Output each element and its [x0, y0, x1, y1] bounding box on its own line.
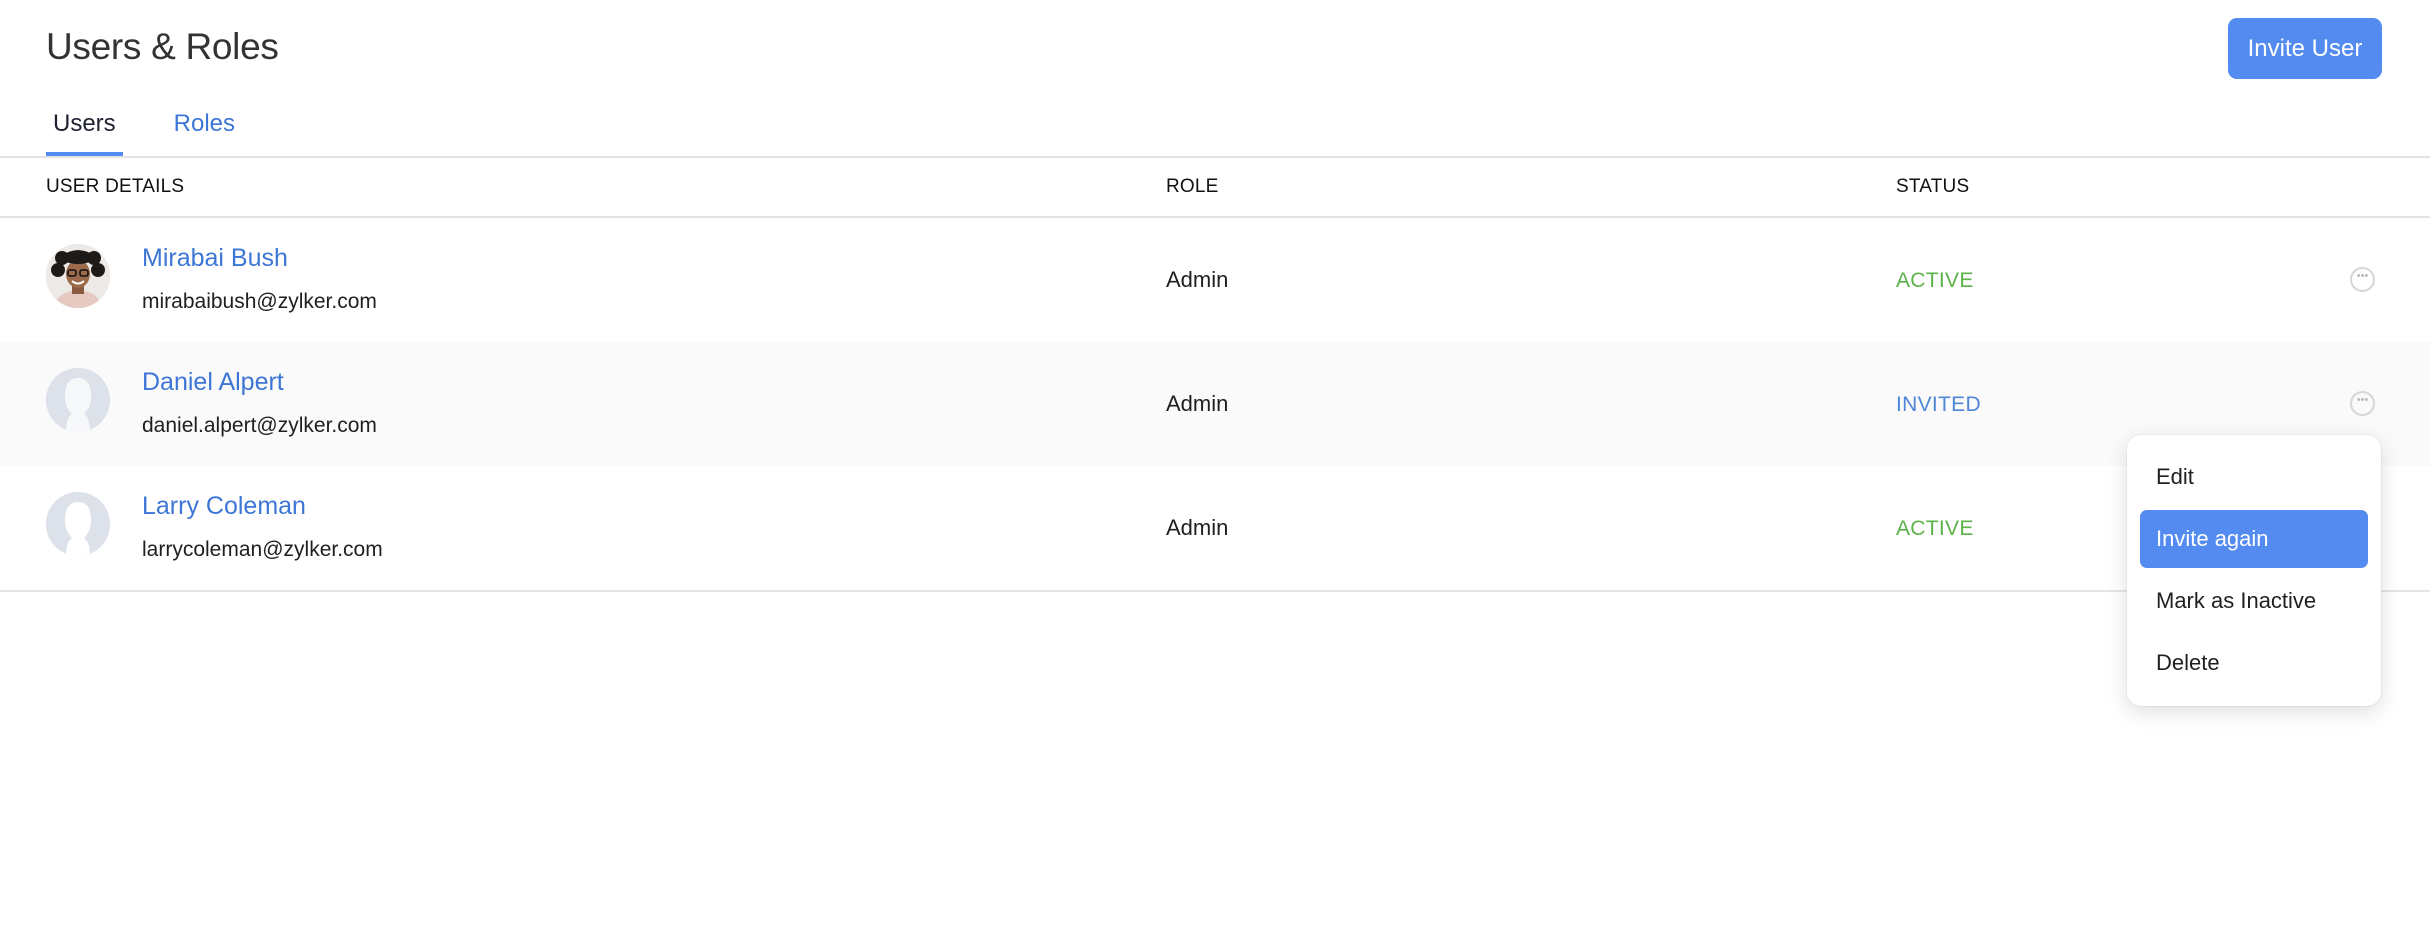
table-header: USER DETAILS ROLE STATUS	[0, 158, 2430, 218]
user-email: daniel.alpert@zylker.com	[142, 414, 377, 437]
more-horizontal-icon: •••	[2356, 270, 2369, 282]
user-photo-icon	[46, 244, 110, 308]
invite-user-button[interactable]: Invite User	[2228, 18, 2382, 79]
menu-item-edit[interactable]: Edit	[2140, 448, 2368, 506]
table-row: Daniel Alpert daniel.alpert@zylker.com A…	[0, 342, 2430, 466]
user-silhouette-icon	[46, 492, 110, 556]
status-badge: ACTIVE	[1896, 269, 1974, 292]
page-title: Users & Roles	[46, 26, 279, 67]
tab-users[interactable]: Users	[46, 104, 123, 156]
avatar	[46, 492, 110, 556]
user-email: larrycoleman@zylker.com	[142, 538, 383, 561]
user-name-link[interactable]: Larry Coleman	[142, 492, 306, 521]
user-role: Admin	[1166, 267, 1229, 292]
row-actions-button[interactable]: •••	[2350, 391, 2375, 416]
status-badge: INVITED	[1896, 393, 1981, 416]
user-role: Admin	[1166, 391, 1229, 416]
user-name-link[interactable]: Mirabai Bush	[142, 244, 288, 273]
avatar	[46, 368, 110, 432]
user-email: mirabaibush@zylker.com	[142, 290, 377, 313]
column-header-user-details: USER DETAILS	[46, 176, 185, 197]
menu-item-invite-again[interactable]: Invite again	[2140, 510, 2368, 568]
user-name-link[interactable]: Daniel Alpert	[142, 368, 284, 397]
row-actions-menu: Edit Invite again Mark as Inactive Delet…	[2127, 435, 2381, 706]
user-silhouette-icon	[46, 368, 110, 432]
table-row: Larry Coleman larrycoleman@zylker.com Ad…	[0, 466, 2430, 590]
table-row: Mirabai Bush mirabaibush@zylker.com Admi…	[0, 218, 2430, 342]
user-role: Admin	[1166, 515, 1229, 540]
tab-roles[interactable]: Roles	[167, 104, 242, 156]
menu-item-delete[interactable]: Delete	[2140, 634, 2368, 692]
menu-item-mark-inactive[interactable]: Mark as Inactive	[2140, 572, 2368, 630]
avatar	[46, 244, 110, 308]
users-table-body: Mirabai Bush mirabaibush@zylker.com Admi…	[0, 218, 2430, 592]
status-badge: ACTIVE	[1896, 517, 1974, 540]
column-header-status: STATUS	[1896, 176, 1970, 197]
more-horizontal-icon: •••	[2356, 394, 2369, 406]
tab-bar: Users Roles	[46, 104, 286, 156]
column-header-role: ROLE	[1166, 176, 1219, 197]
row-actions-button[interactable]: •••	[2350, 267, 2375, 292]
